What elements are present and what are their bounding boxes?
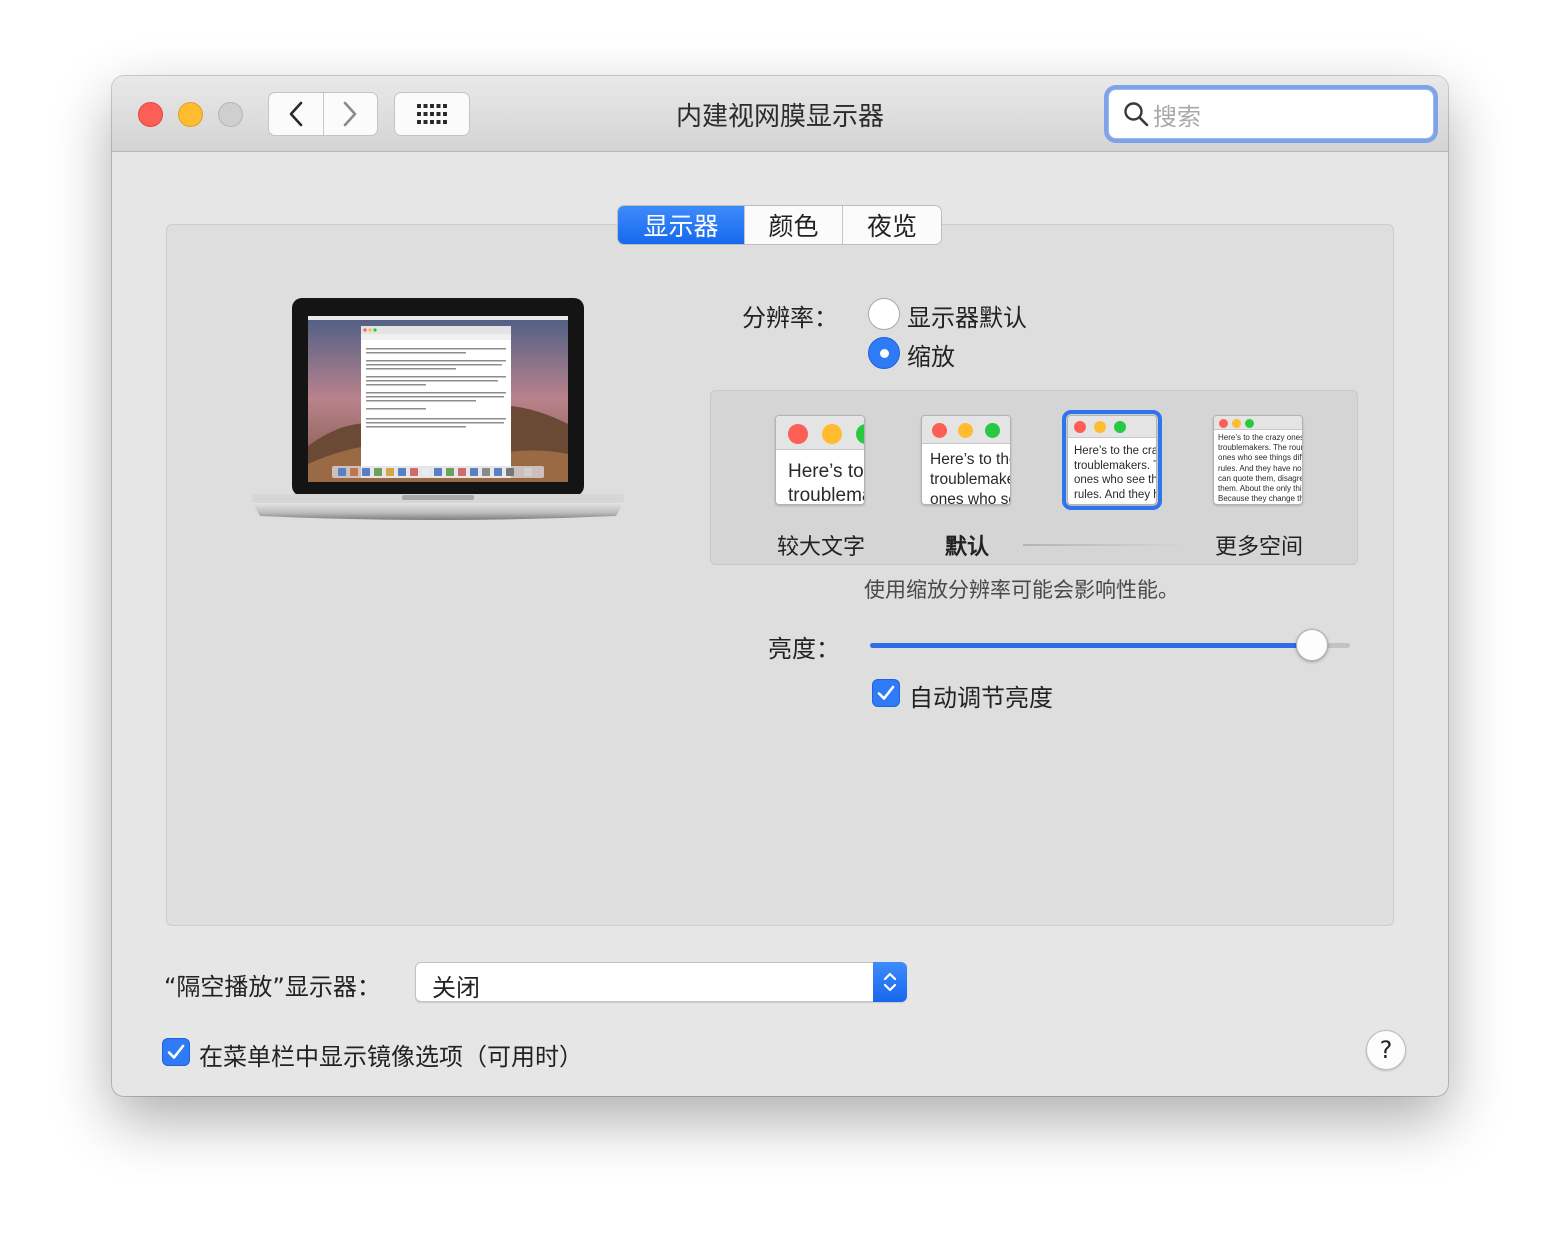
tab-bar: 显示器 颜色 夜览: [617, 205, 942, 245]
scale-option-larger-text[interactable]: Here’s to the troublemakers: [775, 415, 865, 505]
scale-sample-text: Here’s to the crazy troublemakers. The o…: [1074, 445, 1156, 502]
airplay-display-popup[interactable]: 关闭: [415, 962, 907, 1002]
tab-color[interactable]: 颜色: [744, 206, 842, 244]
scale-option-default[interactable]: Here’s to the troublemakers. ones who se…: [921, 415, 1011, 505]
airplay-display-value: 关闭: [432, 974, 480, 1002]
radio-scaled-resolution[interactable]: [868, 337, 900, 369]
radio-default-resolution[interactable]: [868, 298, 900, 330]
help-button[interactable]: ?: [1366, 1030, 1406, 1070]
auto-brightness-checkbox[interactable]: [872, 679, 900, 707]
red-dot-icon: [932, 423, 947, 438]
popup-arrows-icon: [873, 962, 907, 1002]
checkmark-icon: [877, 685, 895, 700]
search-field[interactable]: 搜索: [1108, 89, 1434, 139]
auto-brightness-label: 自动调节亮度: [909, 684, 1053, 712]
green-dot-icon: [1114, 421, 1126, 433]
red-dot-icon: [1219, 419, 1228, 428]
green-dot-icon: [1245, 419, 1254, 428]
search-icon: [1124, 102, 1149, 127]
tab-display[interactable]: 显示器: [618, 206, 744, 244]
scale-option-selected[interactable]: Here’s to the crazy troublemakers. The o…: [1062, 410, 1162, 510]
performance-note: 使用缩放分辨率可能会影响性能。: [864, 578, 1179, 602]
scale-sample-text: Here’s to the troublemakers. ones who se…: [930, 451, 1010, 505]
scaled-options-box: Here’s to the troublemakers Here’s to th…: [710, 390, 1358, 565]
yellow-dot-icon: [958, 423, 973, 438]
scale-sample-text: Here’s to the troublemakers: [788, 461, 864, 505]
green-dot-icon: [985, 423, 1000, 438]
scale-option-more-space[interactable]: Here’s to the crazy ones troublemakers. …: [1213, 415, 1303, 505]
tab-night-shift[interactable]: 夜览: [842, 206, 941, 244]
show-mirroring-checkbox[interactable]: [162, 1038, 190, 1066]
brightness-slider-knob[interactable]: [1295, 629, 1328, 661]
yellow-dot-icon: [1232, 419, 1241, 428]
resolution-label: 分辨率：: [742, 304, 838, 332]
show-mirroring-label: 在菜单栏中显示镜像选项（可用时）: [199, 1043, 583, 1071]
brightness-label: 亮度：: [768, 635, 840, 663]
title-bar: 内建视网膜显示器 搜索: [112, 76, 1448, 152]
laptop-illustration: [252, 296, 624, 530]
scale-label-default: 默认: [945, 535, 990, 560]
scale-label-larger-text: 较大文字: [777, 535, 866, 560]
red-dot-icon: [1074, 421, 1086, 433]
yellow-dot-icon: [822, 424, 842, 444]
brightness-slider-fill: [870, 643, 1312, 648]
radio-default-label: 显示器默认: [907, 304, 1027, 332]
scale-sample-text: Here’s to the crazy ones troublemakers. …: [1218, 433, 1303, 504]
scale-divider-line: [1023, 544, 1191, 546]
system-preferences-window: 内建视网膜显示器 搜索 显示器 颜色 夜览 分辨率： 显示器默认 缩放 Here…: [112, 76, 1448, 1096]
search-placeholder: 搜索: [1153, 102, 1201, 131]
red-dot-icon: [788, 424, 808, 444]
scale-label-more-space: 更多空间: [1215, 535, 1304, 560]
radio-scaled-label: 缩放: [907, 343, 955, 371]
checkmark-icon: [167, 1044, 185, 1059]
yellow-dot-icon: [1094, 421, 1106, 433]
airplay-display-label: “隔空播放”显示器：: [164, 973, 381, 1001]
